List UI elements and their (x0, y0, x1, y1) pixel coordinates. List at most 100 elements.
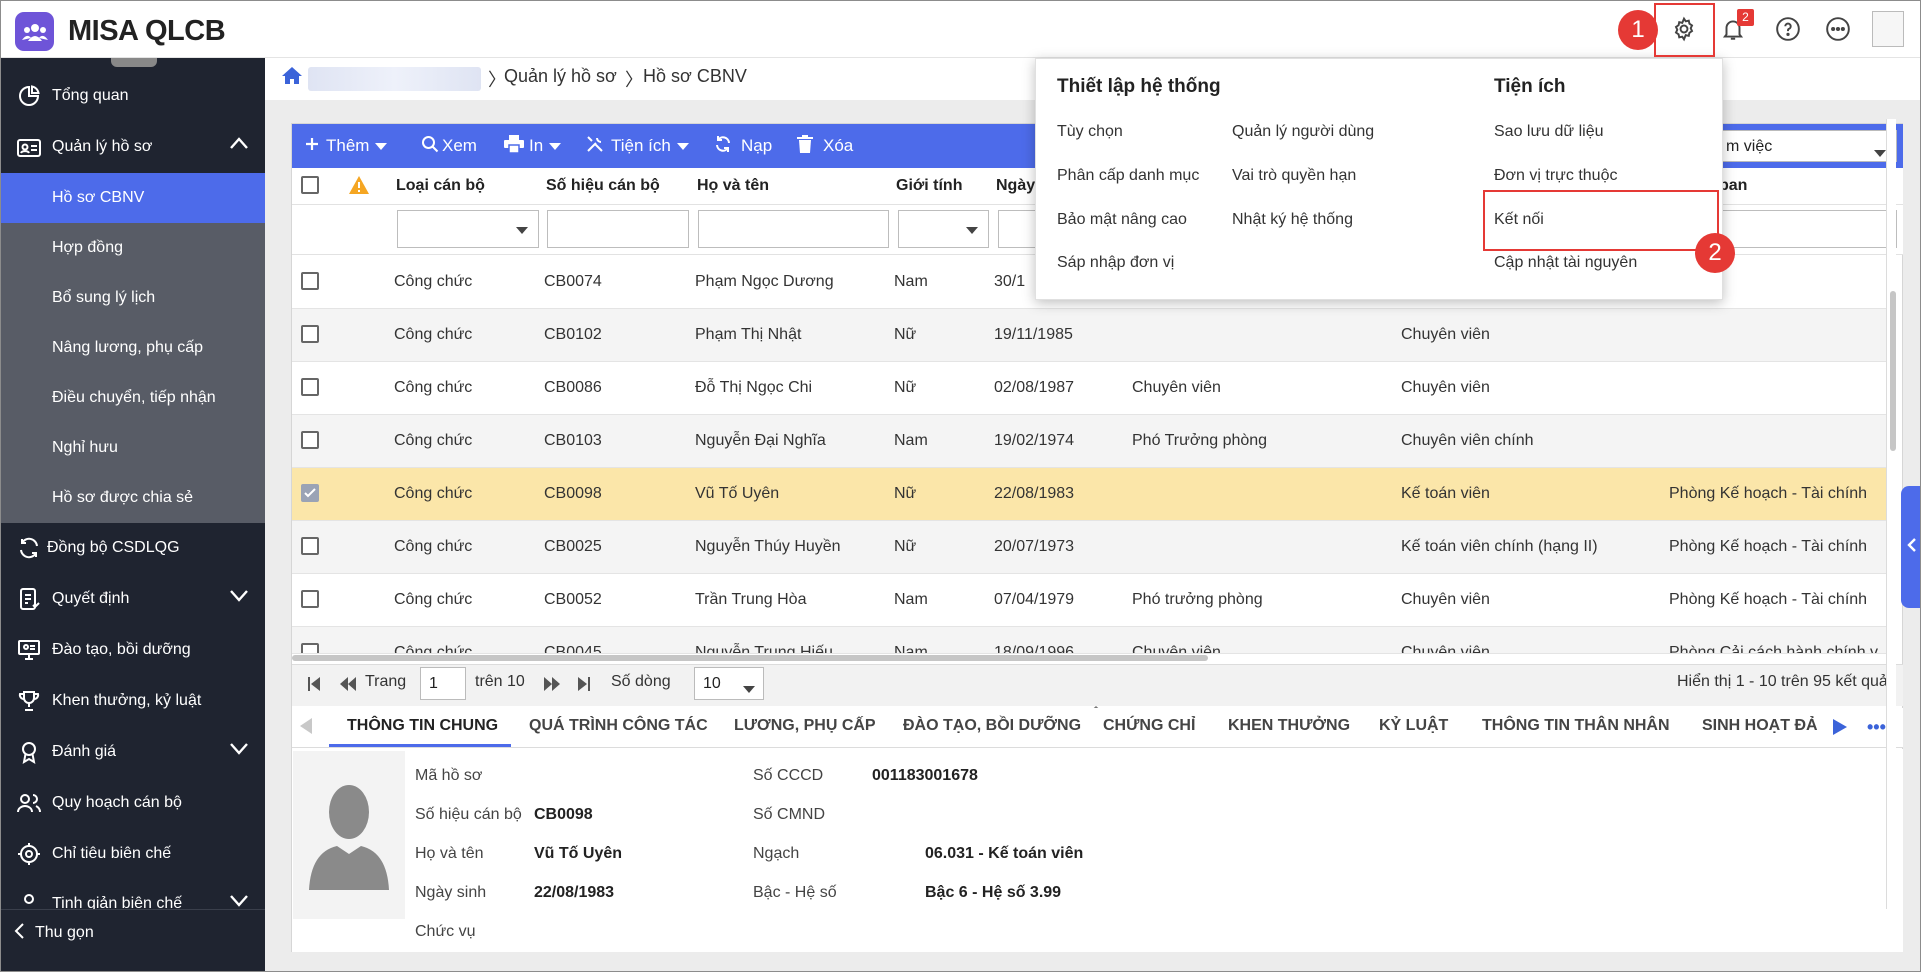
col-header-gioi-tinh[interactable]: Giới tính (896, 177, 962, 195)
table-row[interactable]: Công chức CB0025 Nguyễn Thúy Huyền Nữ 20/07/… (292, 521, 1892, 574)
select-all-checkbox[interactable] (301, 176, 319, 194)
bac-value: Bậc 6 - Hệ số 3.99 (925, 884, 1062, 901)
table-row[interactable]: Công chức CB0103 Nguyễn Đại Nghĩa Nam 19/02/… (292, 415, 1892, 468)
sidebar-handle[interactable] (111, 58, 157, 67)
menu-item-don-vi[interactable]: Đơn vị trực thuộc (1494, 167, 1617, 185)
tab-ky-luat[interactable]: KỶ LUẬT (1379, 717, 1448, 735)
sidebar-subitem-bo-sung-ly-lich[interactable]: Bổ sung lý lịch (1, 273, 265, 323)
filter-ngay-sinh-input[interactable] (998, 210, 1038, 248)
delete-button[interactable]: Xóa (797, 124, 853, 168)
sidebar-subitem-hop-dong[interactable]: Hợp đồng (1, 223, 265, 273)
home-icon[interactable] (281, 65, 303, 90)
row-checkbox[interactable] (301, 537, 319, 555)
next-page-icon[interactable] (544, 676, 560, 696)
rows-per-page-select[interactable]: 10 (694, 667, 764, 700)
row-checkbox[interactable] (301, 272, 319, 290)
tab-luong-phu-cap[interactable]: LƯƠNG, PHỤ CẤP (734, 717, 876, 735)
chevron-down-icon[interactable] (229, 893, 249, 909)
menu-item-sao-luu[interactable]: Sao lưu dữ liệu (1494, 123, 1603, 141)
more-icon[interactable] (1821, 12, 1855, 46)
app-logo-icon[interactable] (15, 12, 54, 51)
menu-item-vai-tro[interactable]: Vai trò quyền hạn (1232, 167, 1356, 185)
last-page-icon[interactable] (578, 676, 590, 696)
tab-qua-trinh-cong-tac[interactable]: QUÁ TRÌNH CÔNG TÁC (529, 717, 708, 735)
menu-item-phan-cap[interactable]: Phân cấp danh mục (1057, 167, 1199, 185)
filter-gioi-tinh-select[interactable] (898, 210, 989, 248)
sidebar-item-danh-gia[interactable]: Đánh giá (1, 727, 265, 777)
row-checkbox[interactable] (301, 643, 319, 653)
horizontal-scrollbar[interactable] (292, 655, 1208, 661)
row-checkbox[interactable] (301, 378, 319, 396)
table-row[interactable]: Công chức CB0086 Đỗ Thị Ngọc Chi Nữ 02/08/19… (292, 362, 1892, 415)
vertical-scrollbar[interactable] (1890, 291, 1896, 451)
help-icon[interactable] (1771, 12, 1805, 46)
sidebar-item-tinh-gian[interactable]: Tinh giản biên chế (1, 879, 265, 909)
user-avatar[interactable] (1872, 11, 1904, 47)
tab-thong-tin-chung[interactable]: THÔNG TIN CHUNG (347, 717, 498, 735)
tabs-scroll-left-icon[interactable] (300, 718, 312, 739)
breadcrumb-quan-ly-ho-so[interactable]: Quản lý hồ sơ (504, 66, 617, 87)
status-select[interactable]: m việc (1717, 130, 1897, 162)
table-row[interactable]: Công chức CB0052 Trần Trung Hòa Nam 07/04/19… (292, 574, 1892, 627)
breadcrumb-unit-redacted[interactable] (308, 67, 481, 91)
menu-item-tuy-chon[interactable]: Tùy chọn (1057, 123, 1123, 141)
prev-page-icon[interactable] (340, 676, 356, 696)
row-checkbox[interactable] (301, 325, 319, 343)
table-row[interactable]: Công chức CB0098 Vũ Tố Uyên Nữ 22/08/1983 Kế … (292, 468, 1892, 521)
row-checkbox[interactable] (301, 590, 319, 608)
page-input[interactable]: 1 (420, 667, 466, 700)
side-panel-toggle[interactable] (1901, 486, 1920, 608)
tab-than-nhan[interactable]: THÔNG TIN THÂN NHÂN (1482, 717, 1670, 735)
menu-item-quan-ly-nguoi-dung[interactable]: Quản lý người dùng (1232, 123, 1374, 141)
sidebar-item-dong-bo[interactable]: Đồng bộ CSDLQG (1, 523, 265, 573)
col-header-loai[interactable]: Loại cán bộ (396, 177, 485, 195)
sidebar-collapse-button[interactable]: Thu gọn (1, 909, 265, 957)
filter-ho-ten-input[interactable] (698, 210, 889, 248)
view-button[interactable]: Xem (421, 124, 477, 168)
tab-sinh-hoat[interactable]: SINH HOẠT ĐẢ (1702, 717, 1818, 735)
sidebar-item-quy-hoach[interactable]: Quy hoạch cán bộ (1, 778, 265, 828)
first-page-icon[interactable] (308, 676, 320, 696)
reload-button[interactable]: Nạp (714, 124, 772, 168)
chevron-down-icon[interactable] (229, 588, 249, 607)
col-header-phong-ban[interactable]: ban (1719, 177, 1747, 195)
chevron-down-icon[interactable] (229, 741, 249, 760)
sidebar-item-tong-quan[interactable]: Tổng quan (1, 71, 265, 121)
sidebar-subitem-dieu-chuyen[interactable]: Điều chuyển, tiếp nhận (1, 373, 265, 423)
chevron-up-icon[interactable] (229, 136, 249, 155)
menu-item-cap-nhat[interactable]: Cập nhật tài nguyên (1494, 254, 1637, 272)
sidebar-item-khen-thuong[interactable]: Khen thưởng, kỷ luật (1, 676, 265, 726)
tabs-more-icon[interactable]: ••• (1867, 717, 1886, 738)
filter-so-hieu-input[interactable] (547, 210, 689, 248)
tabs-scroll-right-icon[interactable] (1833, 719, 1847, 740)
col-header-ho-ten[interactable]: Họ và tên (697, 177, 769, 195)
document-icon (11, 584, 47, 614)
filter-loai-select[interactable] (397, 210, 539, 248)
tab-chung-chi[interactable]: CHỨNG CHỈ (1103, 717, 1195, 735)
sidebar-item-quyet-dinh[interactable]: Quyết định (1, 574, 265, 624)
sidebar-item-dao-tao[interactable]: Đào tạo, bồi dưỡng (1, 625, 265, 675)
table-row[interactable]: Công chức CB0102 Phạm Thị Nhật Nữ 19/11/1985… (292, 309, 1892, 362)
add-button[interactable]: Thêm (305, 124, 388, 168)
menu-item-sap-nhap[interactable]: Sáp nhập đơn vị (1057, 254, 1174, 272)
utilities-button[interactable]: Tiện ích (586, 124, 689, 168)
tab-khen-thuong[interactable]: KHEN THƯỞNG (1228, 717, 1350, 735)
print-button[interactable]: In (504, 124, 562, 168)
menu-item-nhat-ky[interactable]: Nhật ký hệ thống (1232, 211, 1353, 229)
row-checkbox[interactable] (301, 431, 319, 449)
sidebar-subitem-ho-so-cbnv[interactable]: Hồ sơ CBNV (1, 173, 265, 223)
row-checkbox[interactable] (301, 484, 319, 502)
sidebar-subitem-nang-luong[interactable]: Nâng lương, phụ cấp (1, 323, 265, 373)
sidebar-item-quan-ly-ho-so[interactable]: Quản lý hồ sơ (1, 122, 265, 172)
sidebar-item-chi-tieu[interactable]: Chỉ tiêu biên chế (1, 829, 265, 879)
tab-dao-tao[interactable]: ĐÀO TẠO, BỒI DƯỠNG (903, 717, 1081, 735)
filter-phong-ban-input[interactable] (1711, 210, 1897, 248)
col-header-so-hieu[interactable]: Số hiệu cán bộ (546, 177, 660, 195)
app-title: MISA QLCB (68, 15, 226, 47)
id-card-icon (11, 132, 47, 162)
menu-item-bao-mat[interactable]: Bảo mật nâng cao (1057, 211, 1187, 229)
col-header-ngay-sinh[interactable]: Ngày (996, 177, 1035, 195)
sidebar-subitem-ho-so-chia-se[interactable]: Hồ sơ được chia sẻ (1, 473, 265, 523)
sidebar-subitem-nghi-huu[interactable]: Nghỉ hưu (1, 423, 265, 473)
table-row[interactable]: Công chức CB0045 Nguyễn Trung Hiếu Nam 18/09… (292, 627, 1892, 654)
